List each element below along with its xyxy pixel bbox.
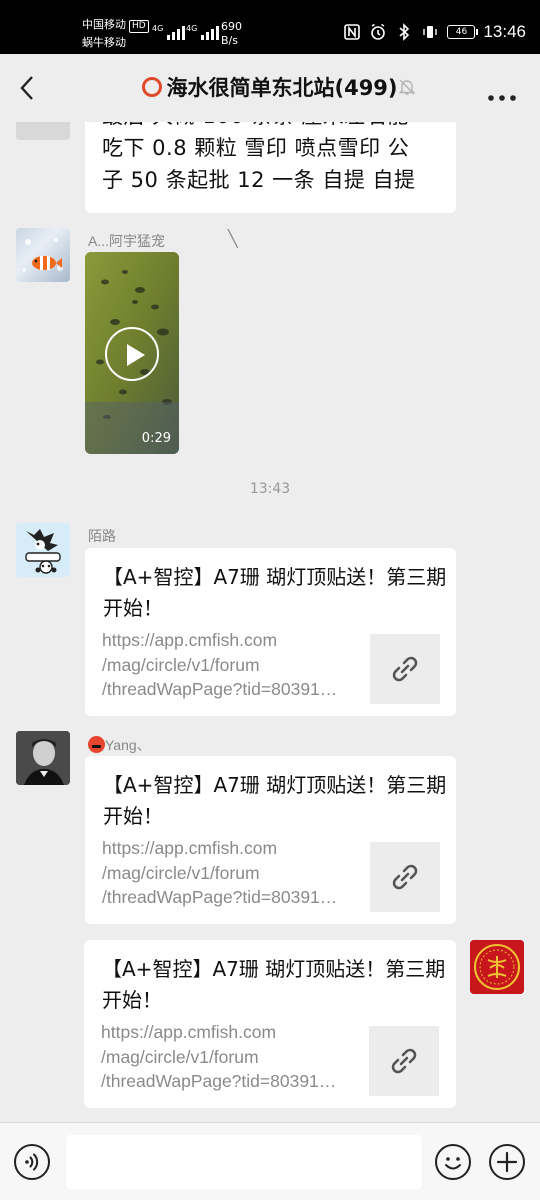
link-card-title: 【A+智控】A7珊 瑚灯顶贴送！第三期开始！ bbox=[103, 773, 447, 828]
avatar[interactable] bbox=[16, 523, 70, 577]
net-speed: 690 B/s bbox=[221, 20, 242, 48]
link-card-url-line: /threadWapPage?tid=80391… bbox=[102, 679, 338, 699]
link-card-url-line: /threadWapPage?tid=80391… bbox=[102, 887, 338, 907]
link-icon bbox=[392, 864, 418, 890]
message-input[interactable] bbox=[66, 1135, 422, 1189]
plus-icon bbox=[496, 1151, 518, 1173]
carrier-2: 蜗牛移动 bbox=[82, 36, 126, 49]
person-avatar-icon bbox=[16, 731, 70, 785]
clownfish-avatar-icon bbox=[22, 238, 63, 272]
more-button[interactable] bbox=[488, 86, 516, 101]
cartoon-avatar-icon bbox=[16, 523, 70, 577]
angry-emoji-icon bbox=[88, 736, 105, 753]
link-card[interactable]: 【A+智控】A7珊 瑚灯顶贴送！第三期开始！ https://app.cmfis… bbox=[85, 548, 456, 716]
chat-header: 海水很简单东北站(499) bbox=[0, 54, 540, 122]
message-timestamp: 13:43 bbox=[249, 481, 291, 497]
video-message[interactable]: 0:29 bbox=[85, 252, 179, 454]
network-2-label: 4G bbox=[186, 24, 198, 33]
link-card-url-line: /threadWapPage?tid=80391… bbox=[101, 1071, 337, 1091]
link-card[interactable]: 【A+智控】A7珊 瑚灯顶贴送！第三期开始！ https://app.cmfis… bbox=[85, 756, 456, 924]
circle-icon bbox=[142, 77, 163, 97]
link-card-url: https://app.cmfish.com /mag/circle/v1/fo… bbox=[102, 836, 357, 910]
avatar[interactable] bbox=[16, 731, 70, 785]
sender-name: Yang、 bbox=[88, 735, 151, 755]
net-speed-value: 690 bbox=[221, 20, 242, 33]
clock: 13:46 bbox=[483, 22, 526, 41]
link-card-url: https://app.cmfish.com /mag/circle/v1/fo… bbox=[102, 628, 357, 702]
status-bar: 中国移动 HD 蜗牛移动 4G 4G 690 B/s 46 13:46 bbox=[0, 0, 540, 54]
bell-off-icon bbox=[398, 78, 416, 96]
play-icon[interactable] bbox=[105, 327, 159, 381]
signal-2-icon: 4G bbox=[186, 24, 220, 40]
carrier-1-label: 中国移动 bbox=[82, 18, 126, 31]
link-card-title: 【A+智控】A7珊 瑚灯顶贴送！第三期开始！ bbox=[103, 565, 447, 620]
link-card-url-line: /mag/circle/v1/forum bbox=[102, 862, 260, 883]
alarm-icon bbox=[369, 23, 387, 41]
link-icon bbox=[391, 1048, 417, 1074]
bluetooth-icon bbox=[395, 23, 413, 41]
link-card-url-line: /mag/circle/v1/forum bbox=[101, 1046, 259, 1067]
chat-title: 海水很简单东北站(499) bbox=[0, 72, 540, 102]
link-card-url-line: https://app.cmfish.com bbox=[101, 1022, 277, 1042]
status-icons: 46 13:46 bbox=[343, 20, 526, 44]
link-card-url-line: /mag/circle/v1/forum bbox=[102, 654, 260, 675]
sender-name: A...阿宇猛宠 bbox=[88, 233, 166, 249]
link-card-url-line: https://app.cmfish.com bbox=[102, 630, 278, 650]
net-speed-unit: B/s bbox=[221, 34, 238, 47]
sender-name-text: Yang、 bbox=[105, 737, 151, 753]
sender-name: 陌路 bbox=[88, 528, 116, 544]
link-card[interactable]: 【A+智控】A7珊 瑚灯顶贴送！第三期开始！ https://app.cmfis… bbox=[84, 940, 456, 1108]
hd-badge: HD bbox=[129, 20, 149, 33]
link-card-thumbnail bbox=[369, 1026, 439, 1096]
message-text-line: 吃下 0.8 颗粒 雪印 喷点雪印 公 bbox=[102, 136, 410, 160]
avatar[interactable] bbox=[16, 228, 70, 282]
nfc-icon bbox=[343, 23, 361, 41]
emoji-button[interactable] bbox=[435, 1144, 471, 1180]
link-card-title: 【A+智控】A7珊 瑚灯顶贴送！第三期开始！ bbox=[102, 957, 446, 1012]
link-card-url: https://app.cmfish.com /mag/circle/v1/fo… bbox=[101, 1020, 356, 1094]
sender-extra-mark: ╲ bbox=[228, 231, 238, 248]
more-dots-icon bbox=[488, 95, 516, 101]
link-icon bbox=[392, 656, 418, 682]
vibrate-icon bbox=[421, 23, 439, 41]
link-card-thumbnail bbox=[370, 634, 440, 704]
input-bar bbox=[0, 1122, 540, 1200]
link-card-thumbnail bbox=[370, 842, 440, 912]
signal-1-icon: 4G bbox=[152, 24, 186, 40]
avatar[interactable] bbox=[470, 940, 524, 994]
voice-icon bbox=[25, 1153, 39, 1171]
emoji-icon bbox=[445, 1157, 461, 1170]
seal-avatar-icon bbox=[470, 940, 524, 994]
battery-icon: 46 bbox=[447, 25, 479, 39]
network-1-label: 4G bbox=[152, 24, 164, 33]
link-card-url-line: https://app.cmfish.com bbox=[102, 838, 278, 858]
message-text-line: 子 50 条起批 12 一条 自提 自提 bbox=[102, 168, 416, 192]
video-duration: 0:29 bbox=[141, 431, 171, 446]
chat-title-text: 海水很简单东北站(499) bbox=[166, 76, 398, 100]
more-functions-button[interactable] bbox=[489, 1144, 525, 1180]
carrier-1: 中国移动 HD bbox=[82, 18, 149, 33]
voice-button[interactable] bbox=[14, 1144, 50, 1180]
